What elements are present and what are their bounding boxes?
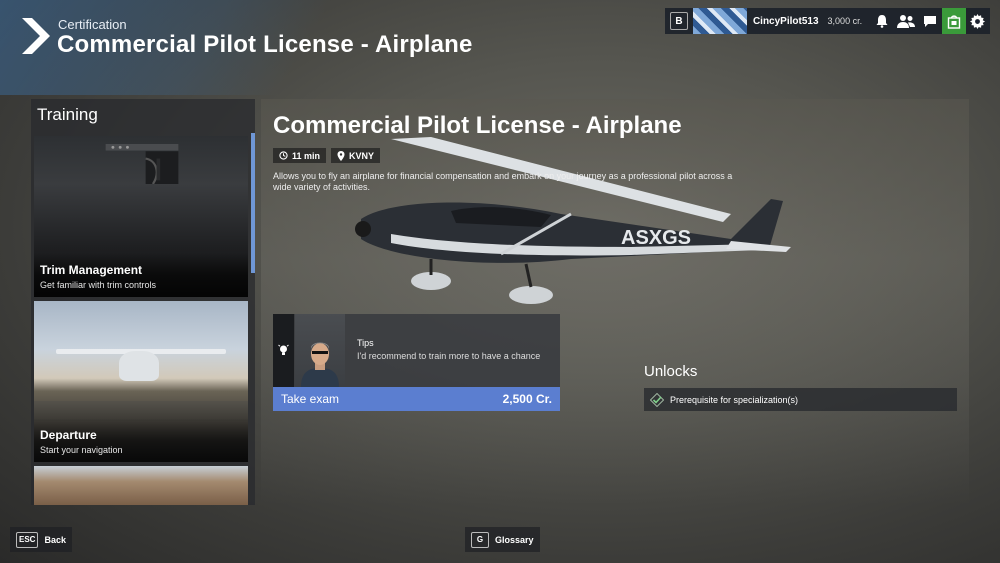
bell-icon [876, 15, 888, 28]
training-card-description: Get familiar with trim controls [40, 280, 157, 290]
certification-title: Commercial Pilot License - Airplane [273, 112, 682, 139]
cockpit-image [105, 144, 179, 184]
diamond-check-icon [650, 392, 664, 407]
lightbulb-icon [278, 344, 289, 355]
notifications-button[interactable] [870, 8, 894, 34]
airport-code: KVNY [349, 150, 375, 161]
avatar[interactable] [692, 8, 747, 34]
g-key-hint: G [471, 531, 489, 548]
training-card-trim-management[interactable]: Trim Management Get familiar with trim c… [34, 136, 248, 297]
gear-icon [970, 13, 986, 29]
location-pin-icon [337, 150, 345, 161]
take-exam-label: Take exam [281, 392, 340, 406]
unlocks-heading: Unlocks [644, 363, 698, 380]
aircraft-tail-number: ASXGS [621, 227, 691, 249]
training-title: Training [37, 105, 98, 124]
profile-key-hint: B [670, 12, 688, 30]
tips-text: I'd recommend to train more to have a ch… [357, 351, 541, 361]
tips-heading: Tips [357, 338, 374, 348]
training-panel: Training Trim Management Get familiar wi… [31, 99, 255, 505]
airplane-hero-image: ASXGS [355, 137, 791, 304]
airport-chip: KVNY [331, 148, 381, 163]
instructor-avatar [295, 314, 345, 387]
users-icon [897, 15, 916, 28]
page-title: Commercial Pilot License - Airplane [57, 31, 473, 58]
instructor-portrait-icon [301, 342, 339, 387]
friends-button[interactable] [894, 8, 918, 34]
messages-button[interactable] [918, 8, 942, 34]
training-card-next[interactable] [34, 466, 248, 505]
training-card-departure[interactable]: Departure Start your navigation [34, 301, 248, 462]
training-card-title: Departure [40, 428, 97, 442]
training-scrollbar[interactable] [251, 133, 255, 273]
username[interactable]: CincyPilot513 [753, 16, 819, 27]
duration-chip: 11 min [273, 148, 327, 163]
tips-strip [273, 314, 294, 387]
take-exam-button[interactable]: Take exam 2,500 Cr. [273, 387, 560, 411]
duration-value: 11 min [292, 150, 321, 161]
settings-button[interactable] [966, 8, 990, 34]
airplane-body-image [119, 351, 159, 381]
training-card-title: Trim Management [40, 263, 143, 277]
chevron-right-icon [22, 18, 50, 54]
profile-bar: B CincyPilot513 3,000 cr. [665, 8, 990, 34]
glossary-button[interactable]: G Glossary [465, 527, 540, 552]
certification-description: Allows you to fly an airplane for financ… [273, 171, 733, 192]
back-button[interactable]: ESC Back [10, 527, 72, 552]
credits-balance: 3,000 cr. [827, 16, 863, 26]
exam-price: 2,500 Cr. [502, 392, 552, 406]
meta-chips: 11 min KVNY [273, 148, 381, 163]
glossary-label: Glossary [495, 534, 534, 545]
unlock-item-label: Prerequisite for specialization(s) [670, 394, 799, 405]
back-label: Back [44, 534, 66, 545]
esc-key-hint: ESC [16, 531, 39, 548]
page-subtitle: Certification [58, 17, 127, 32]
clock-icon [279, 151, 288, 160]
tips-box: Tips I'd recommend to train more to have… [273, 314, 560, 387]
marketplace-button[interactable] [942, 8, 966, 34]
shopping-bag-icon [947, 14, 961, 29]
unlock-item: Prerequisite for specialization(s) [644, 388, 957, 411]
chat-icon [924, 15, 937, 27]
certification-detail-panel: ASXGS Commercial Pilot License - Airplan… [261, 99, 969, 505]
training-card-description: Start your navigation [40, 445, 123, 455]
